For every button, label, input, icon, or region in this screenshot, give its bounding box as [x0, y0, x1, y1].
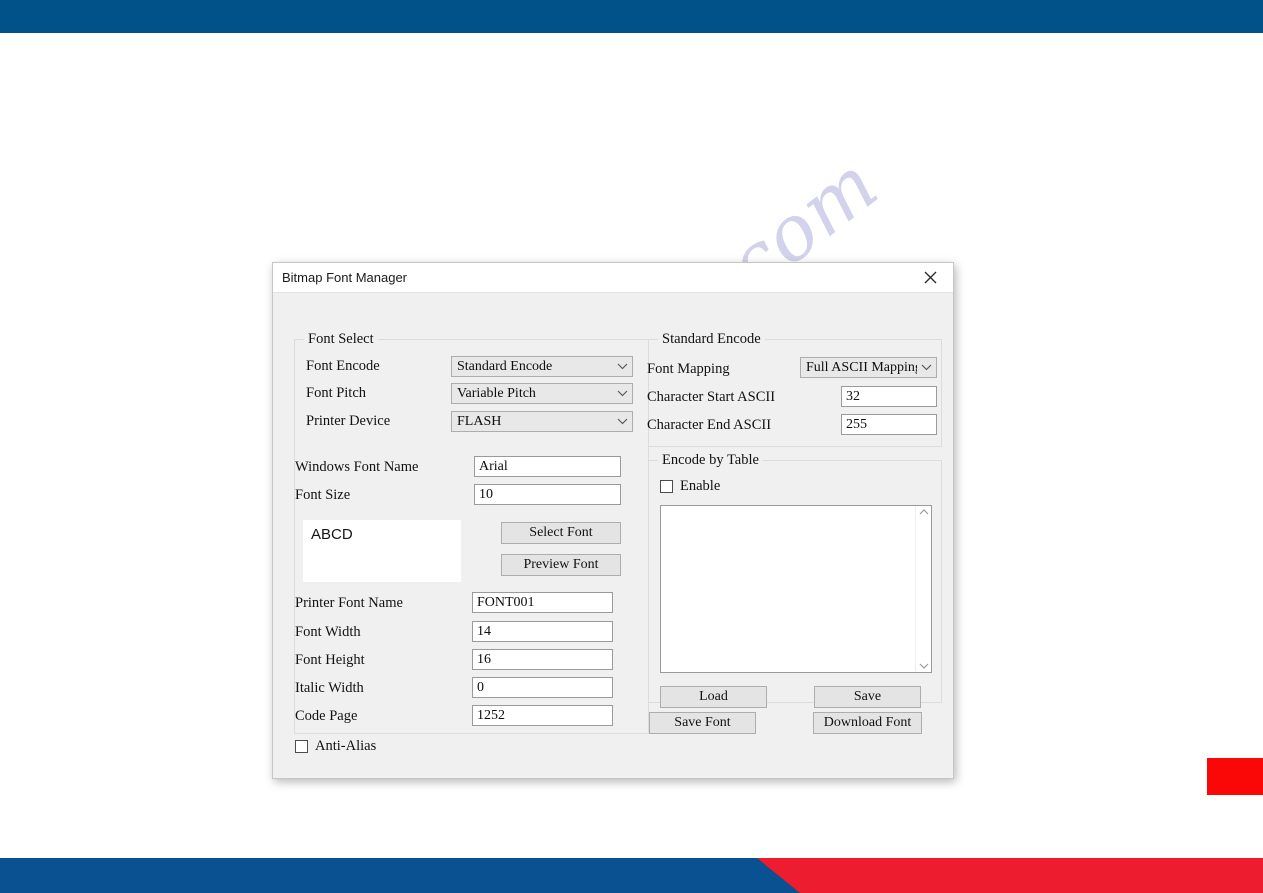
character-start-ascii-input[interactable] [841, 386, 937, 407]
page-side-tab [1207, 758, 1263, 795]
printer-device-value: FLASH [457, 413, 502, 429]
font-encode-combo[interactable]: Standard Encode [451, 356, 633, 377]
page-top-banner [0, 0, 1263, 33]
encode-by-table-group: Encode by Table Enable Load Save [648, 452, 942, 708]
save-button[interactable]: Save [814, 686, 921, 708]
encode-by-table-group-title: Encode by Table [658, 452, 763, 469]
anti-alias-checkbox[interactable] [295, 740, 308, 753]
page-bottom-banner-red [757, 858, 1263, 893]
chevron-down-icon [613, 363, 632, 370]
font-pitch-combo[interactable]: Variable Pitch [451, 383, 633, 404]
character-end-ascii-label: Character End ASCII [647, 417, 772, 433]
font-encode-value: Standard Encode [457, 358, 553, 374]
font-mapping-value: Full ASCII Mapping [806, 359, 917, 375]
font-pitch-value: Variable Pitch [457, 385, 536, 401]
download-font-button[interactable]: Download Font [813, 712, 922, 734]
standard-encode-group-title: Standard Encode [658, 331, 765, 348]
font-width-label: Font Width [295, 624, 361, 640]
italic-width-label: Italic Width [295, 680, 364, 696]
font-size-label: Font Size [295, 487, 351, 503]
chevron-down-icon [917, 364, 936, 371]
printer-device-combo[interactable]: FLASH [451, 411, 633, 432]
windows-font-name-input[interactable] [474, 456, 621, 477]
character-start-ascii-label: Character Start ASCII [647, 389, 776, 405]
printer-font-name-label: Printer Font Name [295, 595, 403, 611]
page-bottom-banner [0, 858, 1263, 893]
italic-width-input[interactable] [472, 677, 613, 698]
font-height-input[interactable] [472, 649, 613, 670]
character-end-ascii-input[interactable] [841, 414, 937, 435]
font-width-input[interactable] [472, 621, 613, 642]
printer-font-name-input[interactable] [472, 592, 613, 613]
dialog-body: Font Select Font Encode Standard Encode … [273, 293, 953, 779]
font-mapping-label: Font Mapping [647, 361, 730, 377]
preview-font-button[interactable]: Preview Font [501, 554, 621, 576]
close-icon [924, 271, 937, 284]
font-preview-sample: ABCD [311, 526, 353, 543]
bitmap-font-manager-dialog: Bitmap Font Manager Font Select Font Enc… [272, 262, 954, 779]
code-page-input[interactable] [472, 705, 613, 726]
encode-table-enable-checkbox[interactable] [660, 480, 673, 493]
code-page-label: Code Page [295, 708, 358, 724]
encode-table-scrollbar[interactable] [915, 506, 931, 672]
select-font-button[interactable]: Select Font [501, 522, 621, 544]
font-preview-box: ABCD [303, 520, 461, 582]
windows-font-name-label: Windows Font Name [295, 459, 419, 475]
encode-table-enable-row[interactable]: Enable [660, 478, 720, 495]
save-font-button[interactable]: Save Font [649, 712, 756, 734]
scroll-up-icon[interactable] [919, 509, 929, 515]
font-size-input[interactable] [474, 484, 621, 505]
font-mapping-combo[interactable]: Full ASCII Mapping [800, 357, 937, 378]
chevron-down-icon [613, 390, 632, 397]
close-button[interactable] [908, 263, 953, 292]
font-encode-label: Font Encode [306, 358, 380, 374]
font-select-group-title: Font Select [304, 331, 378, 348]
dialog-title: Bitmap Font Manager [282, 270, 408, 285]
encode-table-enable-label: Enable [680, 478, 721, 494]
dialog-titlebar: Bitmap Font Manager [273, 263, 953, 293]
printer-device-label: Printer Device [306, 413, 391, 429]
anti-alias-label: Anti-Alias [315, 738, 377, 754]
chevron-down-icon [613, 418, 632, 425]
scroll-down-icon[interactable] [919, 663, 929, 669]
encode-table-text[interactable] [661, 506, 915, 672]
font-pitch-label: Font Pitch [306, 385, 367, 401]
load-button[interactable]: Load [660, 686, 767, 708]
font-height-label: Font Height [295, 652, 365, 668]
encode-table-textarea[interactable] [660, 505, 932, 673]
anti-alias-checkbox-row[interactable]: Anti-Alias [295, 738, 376, 755]
